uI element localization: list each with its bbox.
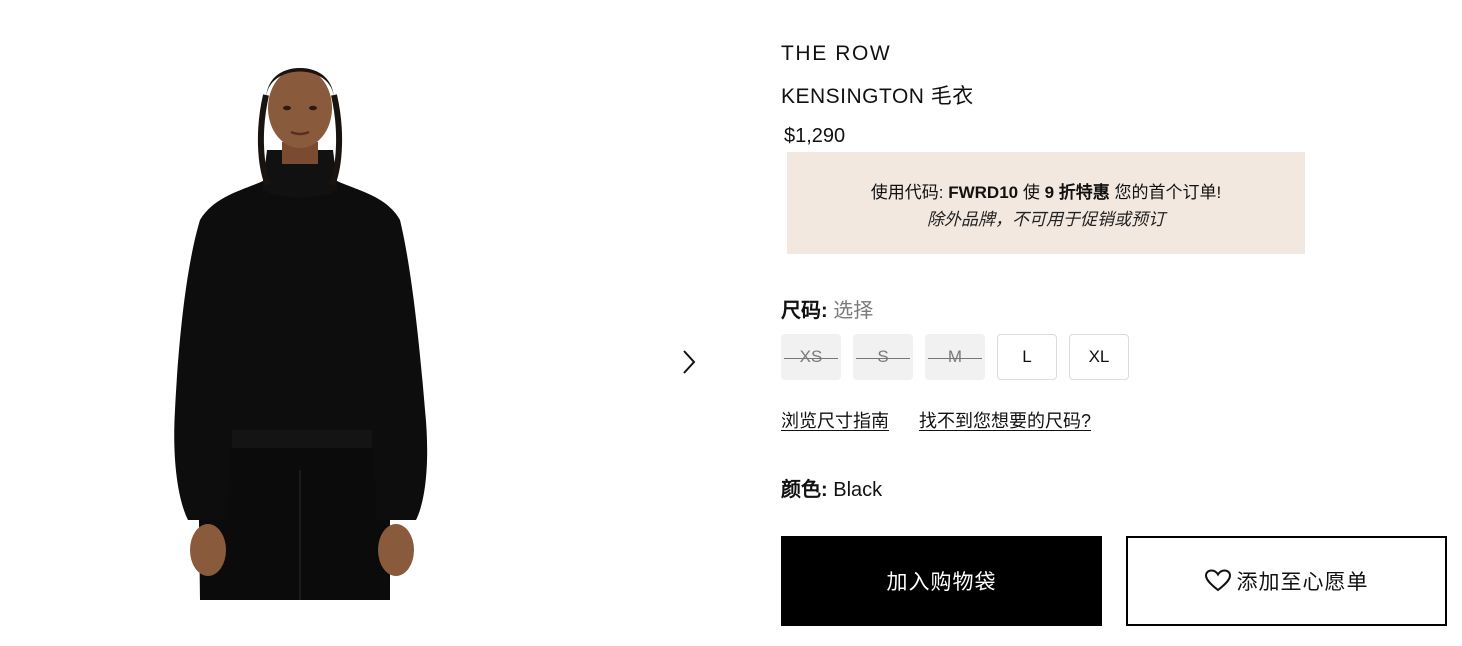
add-to-wishlist-button[interactable]: 添加至心愿单 xyxy=(1126,536,1447,626)
product-price: $1,290 xyxy=(784,125,846,147)
size-links: 浏览尺寸指南 找不到您想要的尺码? xyxy=(781,407,1091,433)
product-image[interactable] xyxy=(150,50,450,600)
size-options: XS S M L XL xyxy=(781,334,1129,380)
promo-banner: 使用代码: FWRD10 使 9 折特惠 您的首个订单! 除外品牌，不可用于促销… xyxy=(787,152,1305,254)
size-select-placeholder: 选择 xyxy=(833,300,874,322)
size-option-m: M xyxy=(925,334,985,380)
add-to-bag-label: 加入购物袋 xyxy=(886,571,997,594)
product-title: KENSINGTON 毛衣 xyxy=(781,85,974,108)
size-label-row: 尺码: 选择 xyxy=(781,294,873,323)
add-to-bag-button[interactable]: 加入购物袋 xyxy=(781,536,1102,626)
color-label: 颜色: xyxy=(781,479,828,501)
promo-discount: 9 折特惠 xyxy=(1044,183,1110,202)
chevron-right-icon xyxy=(681,348,697,381)
missing-size-link[interactable]: 找不到您想要的尺码? xyxy=(919,407,1091,433)
promo-middle: 使 xyxy=(1018,183,1045,202)
size-label: 尺码: xyxy=(781,300,828,322)
heart-icon xyxy=(1204,569,1231,593)
promo-prefix: 使用代码: xyxy=(870,183,949,202)
brand-name[interactable]: THE ROW xyxy=(781,42,891,66)
promo-suffix: 您的首个订单! xyxy=(1109,183,1222,202)
color-value: Black xyxy=(833,479,883,501)
size-option-l[interactable]: L xyxy=(997,334,1057,380)
color-row: 颜色: Black xyxy=(781,473,882,502)
promo-code: FWRD10 xyxy=(948,183,1019,202)
promo-note: 除外品牌，不可用于促销或预订 xyxy=(927,210,1165,229)
add-to-wishlist-label: 添加至心愿单 xyxy=(1236,571,1369,594)
size-guide-link[interactable]: 浏览尺寸指南 xyxy=(781,407,889,433)
next-image-button[interactable] xyxy=(674,346,704,382)
size-option-xs: XS xyxy=(781,334,841,380)
size-option-xl[interactable]: XL xyxy=(1069,334,1129,380)
promo-text: 使用代码: FWRD10 使 9 折特惠 您的首个订单! xyxy=(787,178,1305,203)
size-option-s: S xyxy=(853,334,913,380)
